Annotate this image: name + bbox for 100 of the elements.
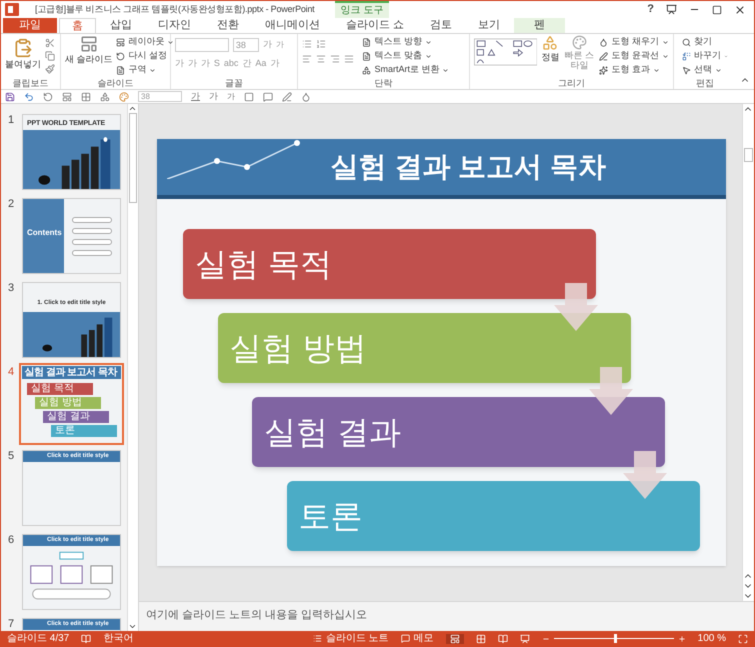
group-label: 편집 [696, 77, 714, 89]
notes-button[interactable]: 슬라이드 노트 [312, 631, 389, 646]
zoom-level: 100 % [698, 632, 726, 646]
shrink-font-button[interactable]: 가 [227, 90, 235, 102]
scroll-down-icon[interactable] [128, 622, 137, 631]
slideshow-icon[interactable] [520, 634, 530, 644]
ribbon-tab[interactable]: 애니메이션 [253, 18, 332, 33]
toc-item-label: 실험 방법 [230, 329, 366, 368]
normal-view-icon[interactable] [446, 634, 464, 644]
slide-thumbnail[interactable]: Contents [22, 198, 121, 274]
close-icon[interactable] [734, 4, 746, 16]
pen-icon[interactable] [282, 92, 292, 102]
toc-item-label: 실험 결과 [264, 413, 401, 452]
rectangle-icon[interactable] [244, 92, 254, 102]
thumb-content-row [72, 250, 112, 256]
caret-icon [442, 66, 450, 74]
reset-button[interactable]: 다시 설정 [116, 49, 174, 63]
notes-icon [312, 634, 322, 643]
fill-icon [599, 38, 608, 46]
ribbon-tab[interactable]: 삽입 [98, 18, 144, 33]
ribbon-display-icon[interactable] [666, 4, 677, 15]
layout-button[interactable]: 레이아웃 [116, 35, 174, 49]
thumb-item: 실험 결과 [43, 411, 109, 424]
smartart-icon [362, 66, 372, 74]
thumb-content-row [72, 238, 112, 245]
thumb-title: Contents [27, 228, 62, 238]
copy-icon[interactable] [45, 51, 55, 61]
effects-icon [599, 66, 608, 74]
shape-icon[interactable] [100, 92, 110, 102]
format-painter-icon[interactable] [45, 64, 55, 74]
notes-field[interactable]: 여기에 슬라이드 노트의 내용을 입력하십시오 [139, 601, 754, 631]
zoom-in-icon[interactable] [678, 634, 686, 642]
slide-sorter-icon[interactable] [476, 634, 486, 644]
fit-to-window-icon[interactable] [738, 634, 748, 644]
replace-button[interactable]: 바꾸기 [682, 49, 728, 63]
shape-fill-button[interactable]: 도형 채우기 [599, 35, 669, 49]
ribbon-tab[interactable]: 디자인 [146, 18, 203, 33]
grow-font-button[interactable]: 가 [209, 90, 218, 104]
reading-view-icon[interactable] [498, 634, 508, 644]
ribbon-tab[interactable]: 파일 [3, 18, 57, 33]
justify-icon[interactable] [344, 54, 354, 64]
thumb-title: 실험 결과 보고서 목차 [24, 368, 117, 378]
ribbon-tab[interactable]: 검토 [418, 18, 464, 33]
font-name-field[interactable] [174, 38, 229, 52]
paste-button[interactable]: 붙여넣기 [5, 38, 41, 72]
clipboard-icon [13, 38, 33, 58]
droplet-icon[interactable] [301, 92, 311, 102]
align-center-icon[interactable] [316, 54, 326, 64]
replace-icon [682, 52, 691, 60]
slide-count: 슬라이드 4/37 [7, 632, 70, 646]
context-tab-group: 잉크 도구 [335, 1, 389, 18]
save-icon[interactable] [5, 92, 15, 102]
find-button[interactable]: 찾기 [682, 35, 728, 49]
align-text-button[interactable]: 텍스트 맞춤 [362, 49, 450, 63]
arrange-icon [542, 35, 558, 51]
slide-layout-icon [80, 35, 98, 53]
thumb-item: 실험 방법 [35, 397, 101, 410]
grid-icon[interactable] [81, 92, 91, 102]
comments-button[interactable]: 메모 [400, 631, 434, 646]
ribbon-tab[interactable]: 홈 [59, 18, 96, 33]
align-left-icon[interactable] [302, 54, 312, 64]
scrollbar-thumb[interactable] [744, 148, 753, 162]
ribbon-tab[interactable]: 펜 [514, 18, 566, 33]
quick-styles-button[interactable]: 빠른 스타일 [563, 35, 596, 77]
slide-number: 1 [8, 114, 16, 127]
shape-outline-button[interactable]: 도형 윤곽선 [599, 49, 669, 63]
layout-icon [116, 38, 126, 46]
caret-icon [167, 38, 174, 46]
font-color-button[interactable]: 가 [191, 90, 200, 104]
redo-icon[interactable] [43, 92, 53, 102]
caret-icon [149, 66, 156, 74]
shape-effects-button[interactable]: 도형 효과 [599, 63, 669, 77]
undo-icon[interactable] [24, 92, 34, 102]
zoom-thumb[interactable] [614, 634, 617, 643]
smartart-button[interactable]: SmartArt로 변환 [362, 63, 450, 77]
slide-icon[interactable] [62, 92, 72, 102]
group-label: 글꼴 [225, 77, 244, 89]
scroll-up-icon[interactable] [128, 104, 137, 113]
align-right-icon[interactable] [330, 54, 340, 64]
select-button[interactable]: 선택 [682, 63, 728, 77]
toc-item-label: 실험 목적 [195, 245, 332, 284]
language-label[interactable]: 한국어 [103, 631, 134, 646]
ribbon-tab[interactable]: 전환 [205, 18, 251, 33]
toc-item-label: 토론 [298, 497, 362, 536]
new-slide-button[interactable]: 새 슬라이드 [64, 35, 112, 66]
section-button[interactable]: 구역 [116, 63, 174, 77]
maximize-icon[interactable] [712, 4, 722, 14]
arrange-button[interactable]: 정렬 [541, 35, 560, 77]
app-icon[interactable] [5, 3, 19, 16]
ribbon-tab[interactable]: 보기 [466, 18, 512, 33]
help-button[interactable]: ? [647, 1, 654, 18]
scrollbar-thumb[interactable] [129, 113, 137, 203]
ribbon-tab[interactable]: 슬라이드 쇼 [334, 18, 416, 33]
thumb-content-row [72, 216, 112, 223]
callout-icon[interactable] [263, 92, 273, 102]
cut-icon[interactable] [45, 38, 55, 48]
palette-icon [572, 35, 587, 50]
bullets-icon[interactable] [302, 39, 312, 49]
numbering-icon[interactable] [316, 39, 326, 49]
text-direction-button[interactable]: 텍스트 방향 [362, 35, 450, 49]
